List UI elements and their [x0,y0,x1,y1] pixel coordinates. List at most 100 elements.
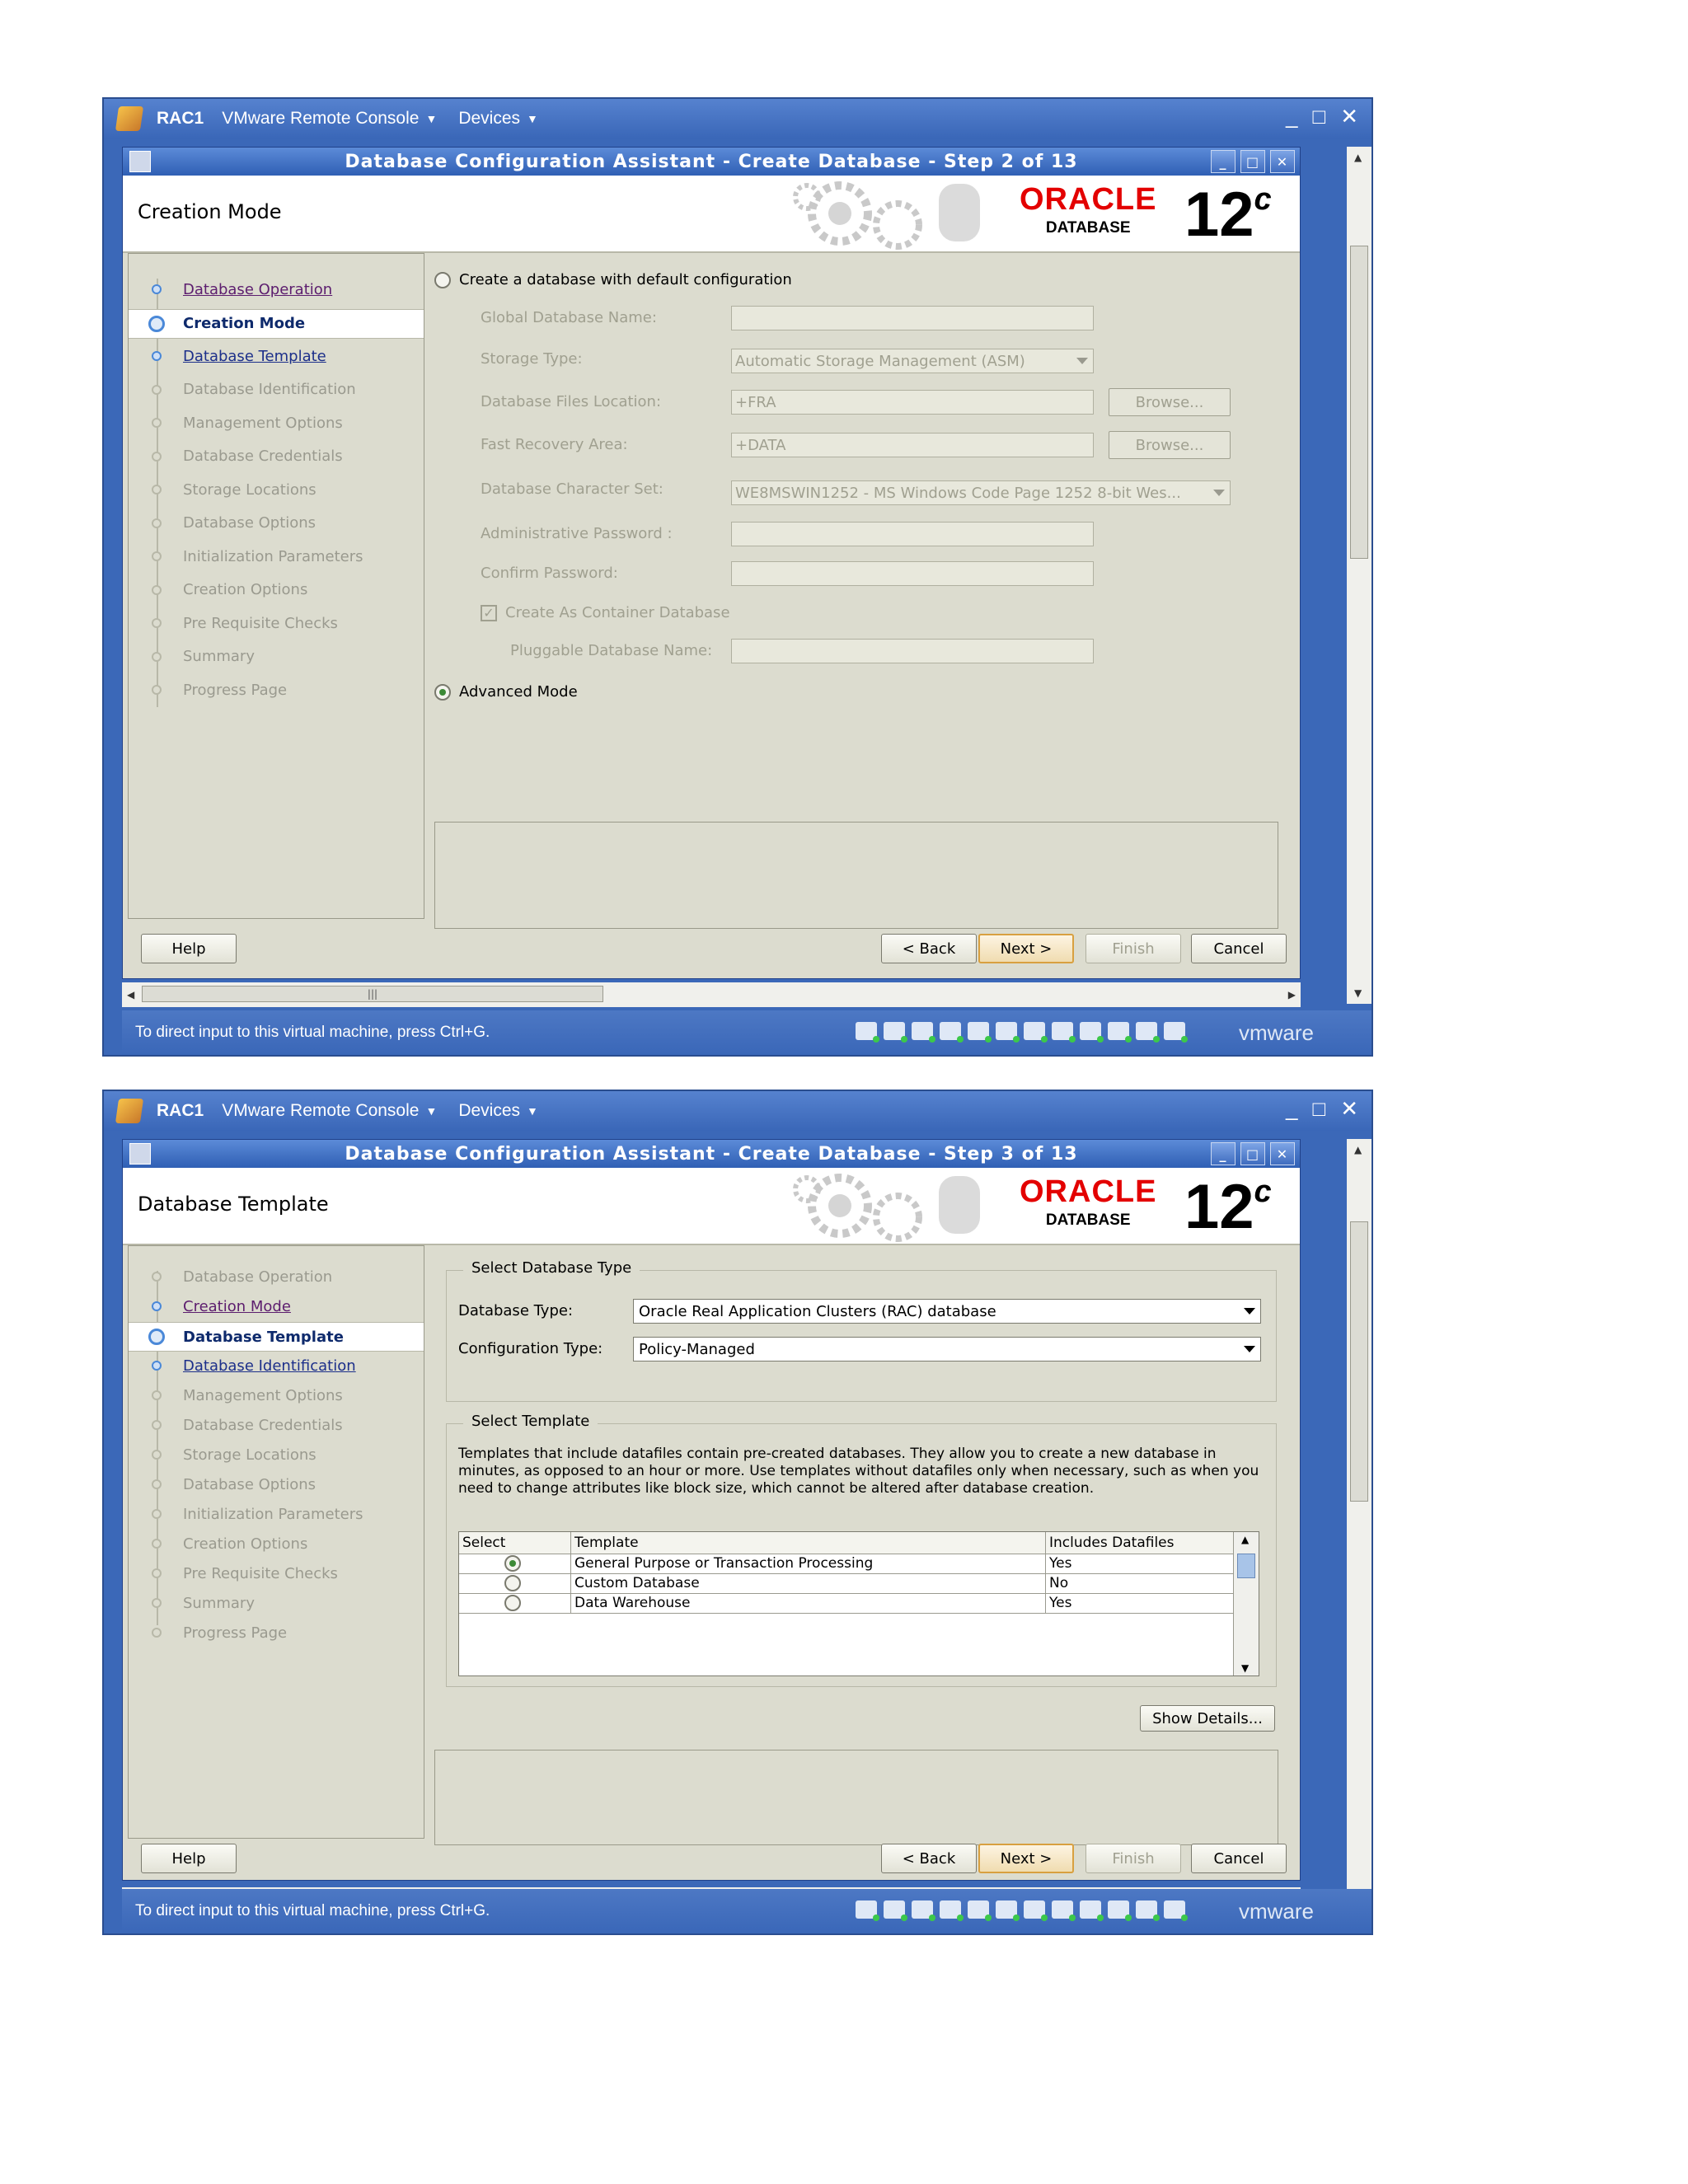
hard-disk-icon[interactable] [940,1900,964,1921]
maximize-icon[interactable]: □ [1240,150,1265,173]
config-type-select[interactable]: Policy-Managed [633,1337,1261,1361]
template-description: Templates that include datafiles contain… [458,1446,1259,1497]
default-config-option[interactable]: Create a database with default configura… [434,271,792,288]
cancel-button[interactable]: Cancel [1191,1844,1287,1873]
cancel-button[interactable]: Cancel [1191,934,1287,963]
storage-type-select: Automatic Storage Management (ASM) [731,349,1094,373]
minimize-icon[interactable]: _ [1211,1142,1236,1165]
dbca-dialog: Database Configuration Assistant - Creat… [122,147,1301,979]
table-row[interactable]: Custom Database No [459,1573,1234,1594]
arrow-right-icon[interactable]: ▶ [1288,989,1296,1001]
devices-menu[interactable]: Devices [458,1101,520,1121]
sidebar-item-database-credentials: Database Credentials [129,443,424,471]
minimize-icon[interactable]: _ [1286,1096,1297,1122]
scroll-thumb[interactable] [1237,1554,1255,1578]
close-icon[interactable]: ✕ [1340,1096,1358,1122]
sidebar-item-database-operation[interactable]: Database Operation [129,275,424,303]
sidebar-item-database-template[interactable]: Database Template [129,342,424,370]
sidebar-item-pre-requisite-checks: Pre Requisite Checks [129,609,424,637]
hard-disk-icon[interactable] [968,1022,992,1043]
chevron-down-icon[interactable]: ▼ [527,1104,538,1118]
usb-icon[interactable] [1136,1022,1160,1043]
vertical-scrollbar[interactable]: ▲ ▼ [1347,147,1372,1004]
advanced-mode-radio[interactable] [434,683,451,701]
arrow-up-icon[interactable]: ▲ [1354,152,1362,163]
template-select-radio[interactable] [504,1595,521,1611]
chevron-down-icon[interactable]: ▼ [425,1104,437,1118]
maximize-icon[interactable]: □ [1240,1142,1265,1165]
scroll-thumb[interactable]: ||| [142,986,603,1002]
usb-icon[interactable] [1108,1900,1132,1921]
close-icon[interactable]: ✕ [1270,1142,1295,1165]
chevron-down-icon[interactable]: ▼ [527,112,538,125]
sidebar-item-management-options: Management Options [129,1381,424,1409]
chevron-down-icon[interactable]: ▼ [425,112,437,125]
network-icon[interactable] [1080,1900,1104,1921]
template-select-radio[interactable] [504,1575,521,1591]
usb-icon[interactable] [1108,1022,1132,1043]
sidebar-item-creation-mode[interactable]: Creation Mode [129,308,424,339]
hard-disk-icon[interactable] [940,1022,964,1043]
hard-disk-icon[interactable] [912,1022,935,1043]
cd-rom-icon[interactable] [1024,1900,1048,1921]
default-config-radio[interactable] [434,271,451,288]
db-type-select[interactable]: Oracle Real Application Clusters (RAC) d… [633,1299,1261,1324]
usb-icon[interactable] [1136,1900,1160,1921]
close-icon[interactable]: ✕ [1270,150,1295,173]
help-button[interactable]: Help [141,1844,237,1873]
oracle-logo: ORACLE DATABASE [1020,182,1157,237]
arrow-up-icon[interactable]: ▲ [1241,1534,1249,1545]
sidebar-item-creation-options: Creation Options [129,576,424,604]
hard-disk-icon[interactable] [856,1022,879,1043]
back-button[interactable]: < Back [881,934,977,963]
hard-disk-icon[interactable] [912,1900,935,1921]
fast-recovery-area-label: Fast Recovery Area: [481,436,628,453]
minimize-icon[interactable]: _ [1211,150,1236,173]
close-icon[interactable]: ✕ [1340,104,1358,129]
hard-disk-icon[interactable] [856,1900,879,1921]
sidebar-item-database-template[interactable]: Database Template [129,1322,424,1352]
arrow-down-icon[interactable]: ▼ [1354,987,1362,999]
maximize-icon[interactable]: □ [1312,1096,1325,1122]
java-app-icon [129,151,151,172]
show-details-button[interactable]: Show Details... [1140,1705,1275,1732]
scroll-thumb[interactable] [1350,1221,1368,1502]
next-button[interactable]: Next > [978,1844,1074,1873]
cd-rom-icon[interactable] [1024,1022,1048,1043]
table-row[interactable]: General Purpose or Transaction Processin… [459,1554,1234,1574]
minimize-icon[interactable]: _ [1286,104,1297,129]
hard-disk-icon[interactable] [884,1022,907,1043]
advanced-mode-option[interactable]: Advanced Mode [434,683,578,701]
back-button[interactable]: < Back [881,1844,977,1873]
horizontal-scrollbar[interactable]: ◀ ||| ▶ [122,982,1301,1007]
arrow-down-icon[interactable]: ▼ [1241,1662,1249,1674]
table-vertical-scrollbar[interactable]: ▲ ▼ [1233,1532,1259,1675]
template-select-radio[interactable] [504,1555,521,1572]
arrow-left-icon[interactable]: ◀ [127,989,134,1001]
step-status-icon [152,1568,162,1578]
usb-icon[interactable] [1164,1022,1188,1043]
arrow-up-icon[interactable]: ▲ [1354,1144,1362,1155]
sidebar-item-database-identification[interactable]: Database Identification [129,1352,424,1380]
hard-disk-icon[interactable] [968,1900,992,1921]
vm-console-menu[interactable]: VMware Remote Console [222,1101,419,1121]
hard-disk-icon[interactable] [884,1900,907,1921]
maximize-icon[interactable]: □ [1312,104,1325,129]
next-button[interactable]: Next > [978,934,1074,963]
network-icon[interactable] [1052,1022,1076,1043]
help-button[interactable]: Help [141,934,237,963]
scroll-thumb[interactable] [1350,246,1368,559]
hard-disk-icon[interactable] [996,1022,1020,1043]
java-app-icon [129,1143,151,1165]
network-icon[interactable] [1052,1900,1076,1921]
usb-icon[interactable] [1164,1900,1188,1921]
hard-disk-icon[interactable] [996,1900,1020,1921]
devices-menu[interactable]: Devices [458,109,520,129]
sidebar-item-label: Initialization Parameters [183,1505,363,1523]
table-row[interactable]: Data Warehouse Yes [459,1593,1234,1614]
step-status-icon [152,485,162,494]
sidebar-item-creation-mode[interactable]: Creation Mode [129,1292,424,1320]
vm-console-menu[interactable]: VMware Remote Console [222,109,419,129]
network-icon[interactable] [1080,1022,1104,1043]
vertical-scrollbar[interactable]: ▲ ▼ [1347,1139,1372,1914]
